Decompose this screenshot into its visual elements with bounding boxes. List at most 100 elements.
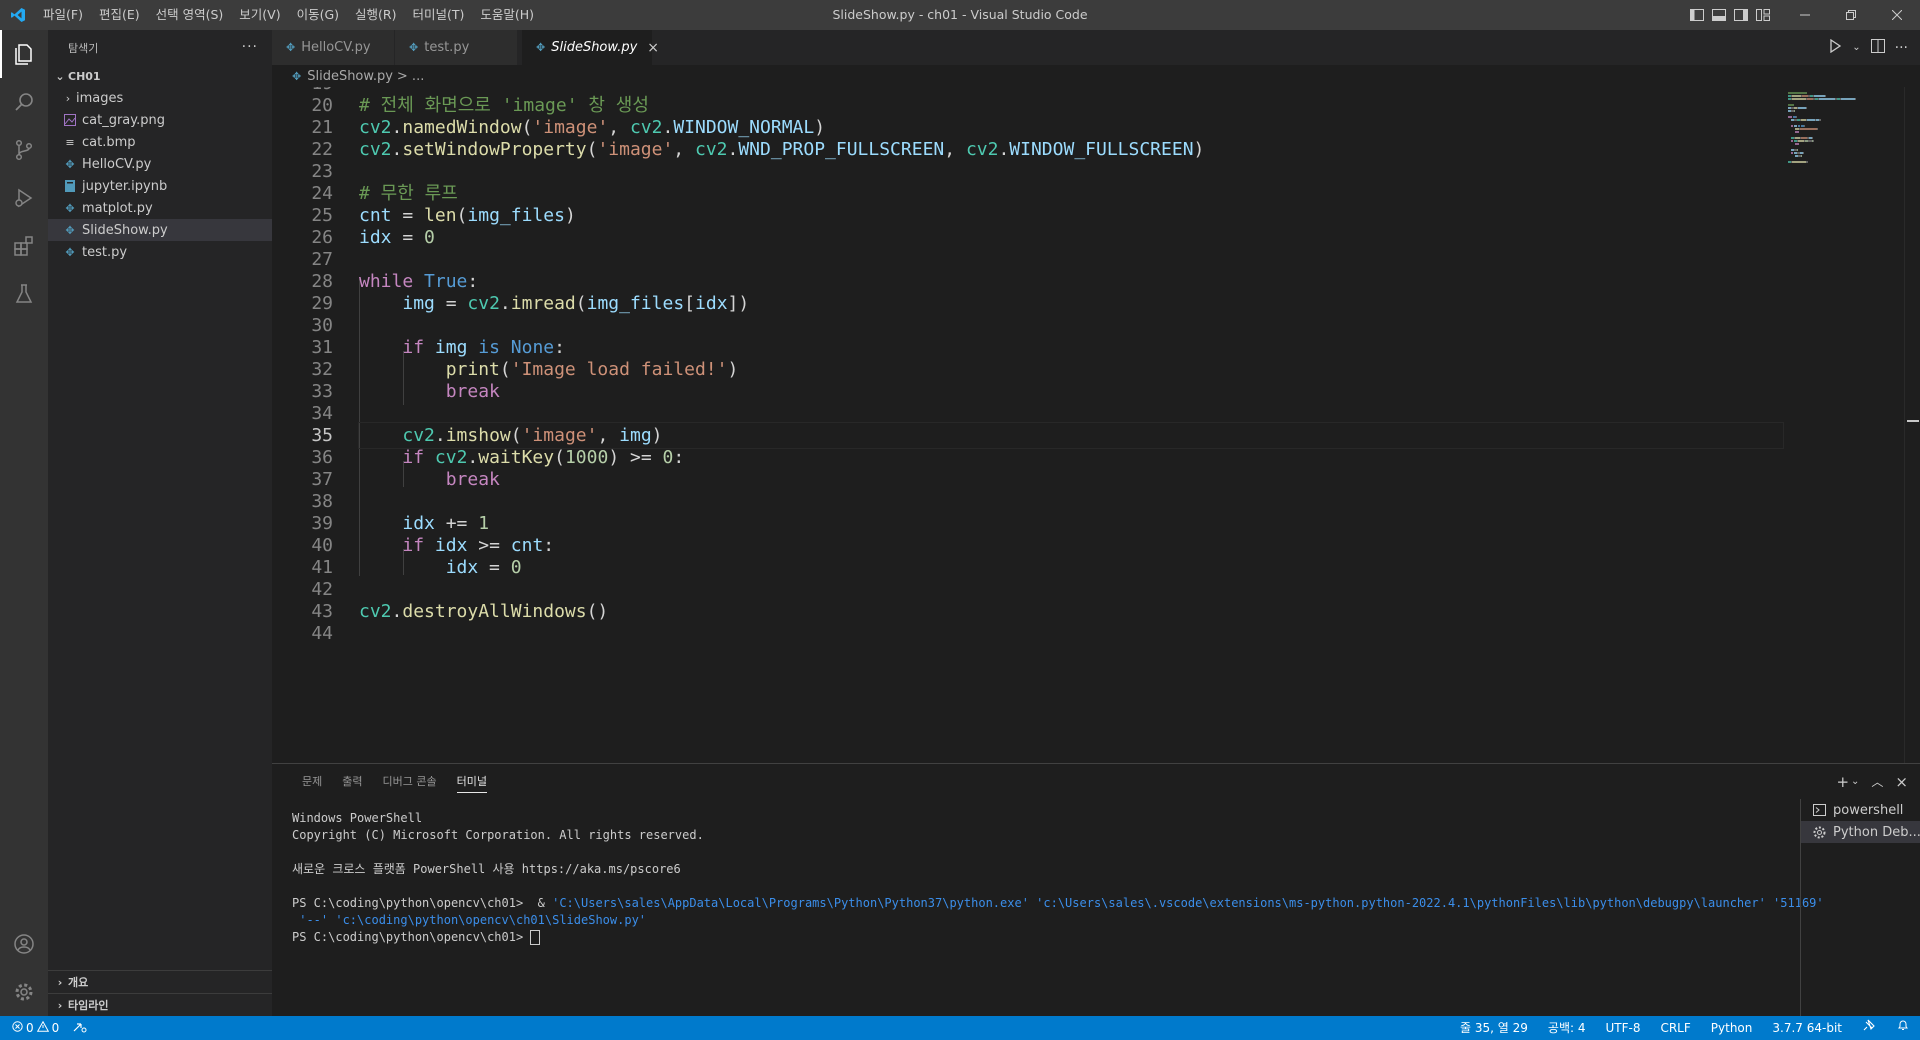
tree-item-slideshow-py[interactable]: ✥ SlideShow.py: [48, 219, 272, 241]
notifications-bell-icon[interactable]: [1886, 1016, 1920, 1040]
terminal-item-powershell[interactable]: powershell: [1801, 799, 1920, 821]
tab-hellocv[interactable]: ✥ HelloCV.py ×: [272, 30, 395, 65]
tree-item-hellocv-py[interactable]: ✥ HelloCV.py: [48, 153, 272, 175]
tree-item-jupyter-ipynb[interactable]: jupyter.ipynb: [48, 175, 272, 197]
minimap-token: [1792, 95, 1801, 97]
close-window-button[interactable]: [1874, 0, 1920, 30]
toggle-secondary-sidebar-icon[interactable]: [1730, 0, 1752, 30]
run-dropdown-chevron-icon[interactable]: ⌄: [1852, 42, 1860, 53]
tab-output[interactable]: 출력: [332, 764, 372, 799]
language-mode[interactable]: Python: [1701, 1016, 1763, 1040]
minimap-token: [1804, 125, 1805, 127]
timeline-section[interactable]: › 타임라인: [48, 993, 272, 1016]
terminal-line: Copyright (C) Microsoft Corporation. All…: [292, 827, 1782, 844]
code-line[interactable]: 44: [272, 620, 1784, 647]
code-token: ): [1193, 139, 1205, 160]
chevron-right-icon: ›: [57, 975, 63, 989]
tab-debug-console[interactable]: 디버그 콘솔: [373, 764, 447, 799]
split-editor-icon[interactable]: [1870, 38, 1885, 57]
search-icon[interactable]: [0, 78, 48, 126]
outline-section[interactable]: › 개요: [48, 970, 272, 993]
code-token: ,: [608, 117, 630, 138]
problems-status[interactable]: 0 0: [12, 1020, 60, 1035]
feedback-icon[interactable]: [1852, 1016, 1886, 1040]
tree-item-test-py[interactable]: ✥ test.py: [48, 241, 272, 263]
warning-count: 0: [51, 1021, 60, 1035]
terminal-output[interactable]: Windows PowerShell Copyright (C) Microsof…: [292, 810, 1824, 946]
toggle-sidebar-icon[interactable]: [1686, 0, 1708, 30]
code-token: 0: [662, 447, 674, 468]
code-token: WINDOW_FULLSCREEN: [1009, 139, 1194, 160]
tree-item-images[interactable]: › images: [48, 87, 272, 109]
terminal-command: 'C:\Users\sales\AppData\Local\Programs\P…: [552, 896, 1824, 910]
tree-item-cat-bmp[interactable]: ≡ cat.bmp: [48, 131, 272, 153]
menu-terminal[interactable]: 터미널(T): [405, 0, 473, 30]
menu-file[interactable]: 파일(F): [35, 0, 91, 30]
terminal-item-label: powershell: [1833, 802, 1904, 818]
bottom-panel: 문제 출력 디버그 콘솔 터미널 + ⌄ ︿ × Windows PowerSh…: [272, 763, 1920, 1017]
tab-slideshow[interactable]: ✥ SlideShow.py ×: [522, 30, 659, 65]
tab-test[interactable]: ✥ test.py ×: [395, 30, 518, 65]
accounts-icon[interactable]: [0, 920, 48, 968]
breadcrumb-rest[interactable]: > ...: [397, 69, 424, 84]
tree-item-label: images: [76, 90, 124, 106]
tree-item-matplot-py[interactable]: ✥ matplot.py: [48, 197, 272, 219]
new-terminal-icon[interactable]: +: [1836, 773, 1849, 791]
chevron-right-icon: ›: [65, 91, 71, 105]
source-control-icon[interactable]: [0, 126, 48, 174]
menu-edit[interactable]: 편집(E): [91, 0, 148, 30]
code-token: ]): [727, 293, 750, 314]
terminal-line: 새로운 크로스 플랫폼 PowerShell 사용 https://aka.ms…: [292, 861, 1782, 878]
run-python-file-icon[interactable]: [1828, 38, 1842, 57]
code-token: cnt: [510, 535, 544, 556]
terminal-text: Windows PowerShell: [292, 811, 423, 825]
explorer-icon[interactable]: [0, 30, 48, 78]
run-debug-icon[interactable]: [0, 174, 48, 222]
line-ending[interactable]: CRLF: [1650, 1016, 1700, 1040]
tab-terminal[interactable]: 터미널: [447, 764, 497, 799]
python-interpreter[interactable]: 3.7.7 64-bit: [1762, 1016, 1852, 1040]
code-token: cv2: [629, 117, 663, 138]
breadcrumb: ✥ SlideShow.py > ...: [272, 65, 1772, 87]
terminal-dropdown-chevron-icon[interactable]: ⌄: [1851, 776, 1859, 787]
tree-item-cat-gray-png[interactable]: cat_gray.png: [48, 109, 272, 131]
extensions-icon[interactable]: [0, 222, 48, 270]
close-tab-icon[interactable]: ×: [647, 40, 659, 56]
editor-scrollbar[interactable]: [1904, 87, 1919, 763]
breadcrumb-file[interactable]: SlideShow.py: [307, 69, 393, 84]
menu-go[interactable]: 이동(G): [289, 0, 347, 30]
more-actions-icon[interactable]: ···: [242, 30, 258, 65]
indentation[interactable]: 공백: 4: [1538, 1016, 1596, 1040]
live-share-icon[interactable]: [73, 1021, 87, 1036]
folder-header[interactable]: ⌄ CH01: [48, 65, 272, 87]
tree-item-label: matplot.py: [82, 200, 153, 216]
cursor-position[interactable]: 줄 35, 열 29: [1450, 1016, 1538, 1040]
menu-selection[interactable]: 선택 영역(S): [148, 0, 232, 30]
customize-layout-icon[interactable]: [1752, 0, 1774, 30]
manage-gear-icon[interactable]: [0, 968, 48, 1016]
encoding[interactable]: UTF-8: [1595, 1016, 1650, 1040]
code-token: .: [391, 117, 403, 138]
menu-run[interactable]: 실행(R): [347, 0, 404, 30]
python-file-icon: ✥: [286, 41, 296, 54]
code-token: print: [445, 359, 500, 380]
minimap[interactable]: [1784, 87, 1904, 763]
restore-button[interactable]: [1828, 0, 1874, 30]
code-editor[interactable]: 1920# 전체 화면으로 'image' 창 생성21cv2.namedWin…: [272, 87, 1784, 763]
testing-icon[interactable]: [0, 270, 48, 318]
maximize-panel-icon[interactable]: ︿: [1871, 773, 1883, 790]
toggle-panel-icon[interactable]: [1708, 0, 1730, 30]
code-token: True: [424, 271, 468, 292]
close-panel-icon[interactable]: ×: [1895, 773, 1908, 791]
terminal-item-python-debug[interactable]: Python Deb...: [1801, 821, 1920, 843]
tab-problems[interactable]: 문제: [292, 764, 332, 799]
minimap-token: [1791, 125, 1793, 127]
minimize-button[interactable]: [1782, 0, 1828, 30]
menu-help[interactable]: 도움말(H): [472, 0, 542, 30]
more-actions-icon[interactable]: ···: [1895, 40, 1908, 56]
menu-view[interactable]: 보기(V): [231, 0, 288, 30]
code-token: setWindowProperty: [402, 139, 587, 160]
